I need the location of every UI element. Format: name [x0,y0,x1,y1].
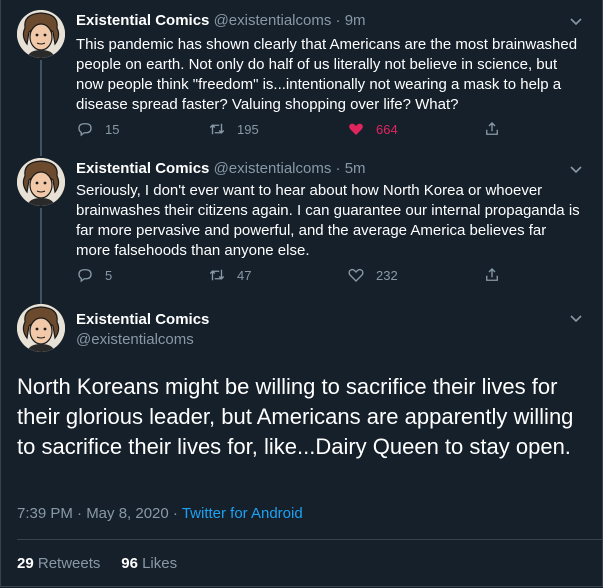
retweet-count: 47 [237,267,252,283]
retweet-icon [209,123,225,135]
tweet-stats: 29 Retweets 96 Likes [17,555,177,572]
reply-icon [78,269,92,283]
author-name[interactable]: Existential Comics [76,311,209,328]
share-button[interactable] [483,119,501,139]
share-button[interactable] [483,265,501,285]
tweet-text: Seriously, I don't ever want to hear abo… [76,182,580,259]
share-icon [486,122,498,135]
retweet-count: 195 [237,121,259,137]
tweet-text: This pandemic has shown clearly that Ame… [76,36,578,113]
heart-icon [349,123,363,135]
separator: · [335,160,341,177]
tweet-header: Existential Comics @existentialcoms · 5m [76,160,366,177]
tweet-actions: 5 47 232 [76,265,516,285]
heart-icon [348,268,364,282]
tweet[interactable]: Existential Comics @existentialcoms · 5m… [0,150,603,300]
tweet-meta: 7:39 PM · May 8, 2020 · Twitter for Andr… [17,505,303,522]
share-icon [486,268,498,281]
like-count: 232 [376,267,398,283]
like-button[interactable]: 232 [347,265,398,285]
likes-stat[interactable]: 96 Likes [121,555,177,572]
reply-count: 15 [105,121,120,137]
main-tweet-text: North Koreans might be willing to sacrif… [17,374,574,459]
chevron-down-icon[interactable] [568,161,584,177]
tweet-time[interactable]: 5m [345,160,366,177]
tweet-actions: 15 195 664 [76,119,516,139]
likes-label: Likes [142,555,178,572]
retweets-label: Retweets [37,555,101,572]
retweet-total: 29 [17,555,34,572]
retweet-button[interactable]: 47 [208,265,251,285]
tweet[interactable]: Existential Comics @existentialcoms · 9m… [0,0,603,156]
tweet-header: Existential Comics @existentialcoms · 9m [76,12,366,29]
reply-button[interactable]: 15 [76,119,119,139]
avatar[interactable] [17,304,65,352]
tweet-timestamp[interactable]: 7:39 PM · May 8, 2020 · [17,505,182,522]
chevron-down-icon[interactable] [568,13,584,29]
author-handle[interactable]: @existentialcoms [214,160,332,177]
author-name[interactable]: Existential Comics [76,12,209,29]
author-name[interactable]: Existential Comics [76,160,209,177]
reply-button[interactable]: 5 [76,265,112,285]
divider [17,539,602,540]
retweets-stat[interactable]: 29 Retweets [17,555,100,572]
separator: · [335,12,341,29]
like-total: 96 [121,555,138,572]
author-handle[interactable]: @existentialcoms [214,12,332,29]
avatar[interactable] [17,158,65,206]
avatar[interactable] [17,10,65,58]
retweet-icon [209,269,225,281]
like-button[interactable]: 664 [347,119,398,139]
author-handle[interactable]: @existentialcoms [76,331,194,348]
reply-count: 5 [105,267,113,283]
retweet-button[interactable]: 195 [208,119,259,139]
like-count: 664 [376,121,398,137]
tweet-source-link[interactable]: Twitter for Android [182,505,303,522]
reply-icon [78,123,92,137]
tweet-time[interactable]: 9m [345,12,366,29]
chevron-down-icon[interactable] [568,310,584,326]
